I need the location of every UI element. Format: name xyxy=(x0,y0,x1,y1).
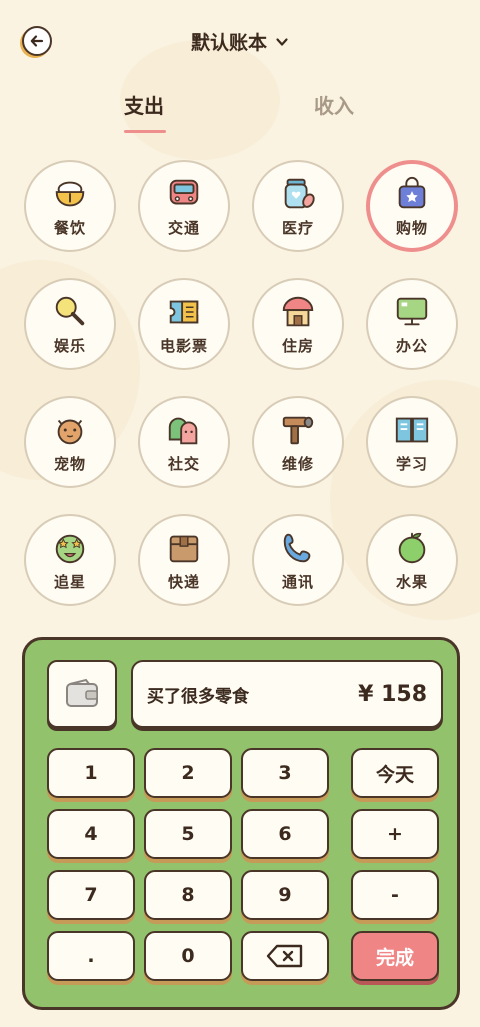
tab-active-indicator xyxy=(124,130,166,133)
header: 默认账本 xyxy=(0,0,480,84)
category-label: 学习 xyxy=(395,454,428,473)
key-8[interactable]: 8 xyxy=(144,870,232,920)
amount-display[interactable]: 买了很多零食 ¥ 158 xyxy=(131,660,443,728)
category-label: 宠物 xyxy=(53,454,86,473)
category-label: 通讯 xyxy=(281,572,314,591)
wallet-icon xyxy=(66,678,98,707)
key-1[interactable]: 1 xyxy=(47,748,135,798)
category-label: 餐饮 xyxy=(53,218,86,237)
ticket-icon xyxy=(169,300,199,323)
memo-text: 买了很多零食 xyxy=(147,686,249,707)
medicine-jar-icon xyxy=(284,178,315,208)
backspace-button[interactable] xyxy=(241,931,329,981)
key-5[interactable]: 5 xyxy=(144,809,232,859)
key-dot[interactable]: . xyxy=(47,931,135,981)
type-tabs: 支出 收入 xyxy=(0,90,480,140)
key-3[interactable]: 3 xyxy=(241,748,329,798)
category-housing[interactable]: 住房 xyxy=(252,278,344,370)
key-0[interactable]: 0 xyxy=(144,931,232,981)
key-7[interactable]: 7 xyxy=(47,870,135,920)
keypad-panel: 买了很多零食 ¥ 158 1 2 3 今天 4 5 6 + 7 8 9 - . … xyxy=(22,637,460,1010)
tab-expense[interactable]: 支出 xyxy=(124,90,164,119)
category-label: 医疗 xyxy=(281,218,314,237)
category-label: 快递 xyxy=(167,572,200,591)
book-title: 默认账本 xyxy=(190,32,267,54)
key-today[interactable]: 今天 xyxy=(351,748,439,798)
category-shopping[interactable]: 购物 xyxy=(366,160,458,252)
chevron-down-icon xyxy=(276,37,288,46)
category-entertainment[interactable]: 娱乐 xyxy=(24,278,116,370)
category-social[interactable]: 社交 xyxy=(138,396,230,488)
key-4[interactable]: 4 xyxy=(47,809,135,859)
category-label: 住房 xyxy=(281,336,314,355)
shopping-bag-icon xyxy=(398,176,426,208)
wallet-button[interactable] xyxy=(47,660,117,728)
star-eyes-icon xyxy=(55,534,85,563)
package-icon xyxy=(169,535,199,562)
key-plus[interactable]: + xyxy=(351,809,439,859)
category-fruit[interactable]: 水果 xyxy=(366,514,458,606)
backspace-icon xyxy=(266,944,303,968)
done-button[interactable]: 完成 xyxy=(351,931,439,981)
phone-icon xyxy=(283,533,311,562)
category-label: 交通 xyxy=(167,218,200,237)
hammer-icon xyxy=(282,416,314,444)
category-dining[interactable]: 餐饮 xyxy=(24,160,116,252)
apple-icon xyxy=(398,532,426,563)
house-icon xyxy=(282,296,314,326)
amount-value: ¥ 158 xyxy=(358,681,427,707)
category-medical[interactable]: 医疗 xyxy=(252,160,344,252)
category-office[interactable]: 办公 xyxy=(366,278,458,370)
category-label: 社交 xyxy=(167,454,200,473)
bus-icon xyxy=(169,179,199,204)
key-9[interactable]: 9 xyxy=(241,870,329,920)
key-6[interactable]: 6 xyxy=(241,809,329,859)
category-label: 购物 xyxy=(395,218,428,237)
book-selector[interactable]: 默认账本 xyxy=(0,28,480,55)
category-movie-ticket[interactable]: 电影票 xyxy=(138,278,230,370)
monitor-icon xyxy=(396,297,428,325)
category-repair[interactable]: 维修 xyxy=(252,396,344,488)
key-minus[interactable]: - xyxy=(351,870,439,920)
book-icon xyxy=(395,417,429,442)
lollipop-icon xyxy=(55,296,85,325)
category-label: 维修 xyxy=(281,454,314,473)
tab-income[interactable]: 收入 xyxy=(314,90,354,119)
category-study[interactable]: 学习 xyxy=(366,396,458,488)
key-2[interactable]: 2 xyxy=(144,748,232,798)
category-label: 电影票 xyxy=(159,336,208,355)
cat-icon xyxy=(57,419,83,444)
category-label: 追星 xyxy=(53,572,86,591)
category-communication[interactable]: 通讯 xyxy=(252,514,344,606)
category-transport[interactable]: 交通 xyxy=(138,160,230,252)
category-pet[interactable]: 宠物 xyxy=(24,396,116,488)
category-idol[interactable]: 追星 xyxy=(24,514,116,606)
rice-bowl-icon xyxy=(55,181,85,206)
category-label: 娱乐 xyxy=(53,336,86,355)
category-delivery[interactable]: 快递 xyxy=(138,514,230,606)
friends-icon xyxy=(168,417,198,444)
category-label: 办公 xyxy=(395,336,428,355)
category-label: 水果 xyxy=(395,572,428,591)
